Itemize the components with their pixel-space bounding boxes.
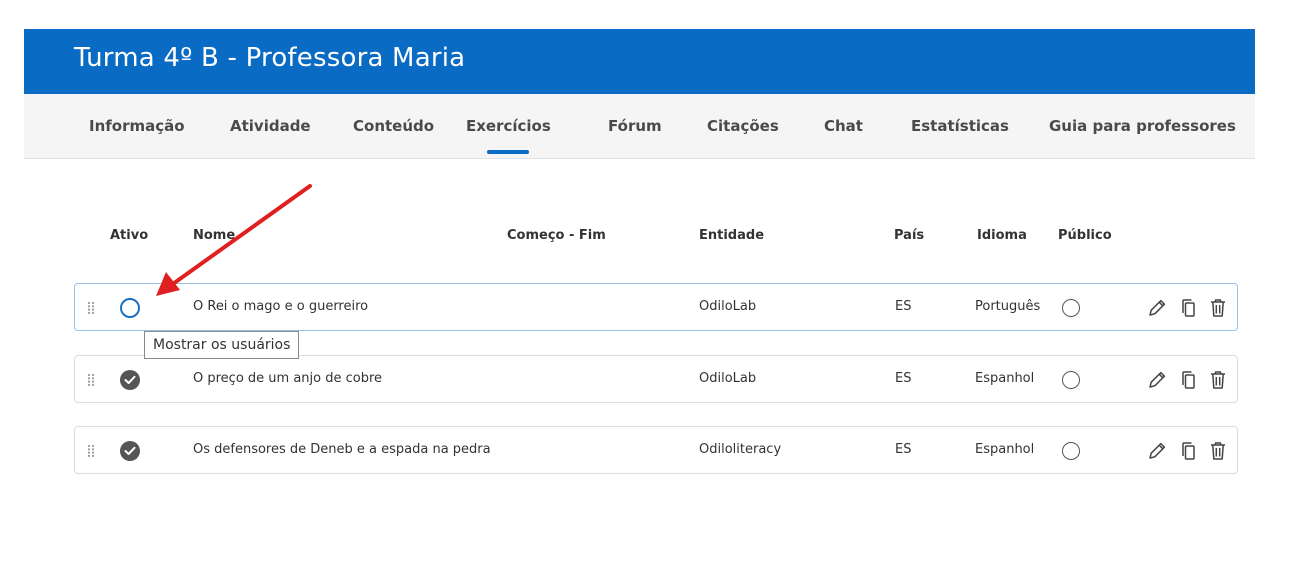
trash-icon[interactable] [1208,440,1228,462]
copy-icon[interactable] [1179,440,1199,462]
tooltip: Mostrar os usuários [144,331,300,359]
country-cell: ES [895,442,912,457]
table-row[interactable]: O preço de um anjo de cobre OdiloLab ES … [74,355,1238,403]
column-header-name: Nome [193,228,236,243]
entity-cell: OdiloLab [699,371,757,386]
country-cell: ES [895,299,912,314]
tab-forum[interactable]: Fórum [608,116,662,136]
exercise-name: O preço de um anjo de cobre [193,371,383,386]
active-toggle[interactable] [120,370,140,390]
active-toggle[interactable] [120,441,140,461]
exercise-name: Os defensores de Deneb e a espada na ped… [193,442,491,457]
entity-cell: OdiloLab [699,299,757,314]
language-cell: Espanhol [975,371,1035,386]
tab-guia-professores[interactable]: Guia para professores [1049,116,1236,136]
drag-handle-icon[interactable] [87,372,95,386]
trash-icon[interactable] [1208,369,1228,391]
tab-chat[interactable]: Chat [824,116,863,136]
pencil-icon[interactable] [1147,440,1167,462]
column-header-public: Público [1058,228,1112,243]
tab-informacao[interactable]: Informação [89,116,185,136]
drag-handle-icon[interactable] [87,300,95,314]
pencil-icon[interactable] [1147,297,1167,319]
tab-atividade[interactable]: Atividade [230,116,311,136]
drag-handle-icon[interactable] [87,443,95,457]
language-cell: Espanhol [975,442,1035,457]
table-row[interactable]: Os defensores de Deneb e a espada na ped… [74,426,1238,474]
exercise-name: O Rei o mago e o guerreiro [193,299,369,314]
column-header-entity: Entidade [699,228,765,243]
country-cell: ES [895,371,912,386]
entity-cell: Odiloliteracy [699,442,782,457]
course-header: Turma 4º B - Professora Maria [24,29,1255,94]
pencil-icon[interactable] [1147,369,1167,391]
table-row[interactable]: O Rei o mago e o guerreiro OdiloLab ES P… [74,283,1238,331]
tab-exercicios[interactable]: Exercícios [466,116,551,136]
column-header-active: Ativo [110,228,149,243]
copy-icon[interactable] [1179,297,1199,319]
public-radio[interactable] [1062,442,1080,460]
trash-icon[interactable] [1208,297,1228,319]
active-toggle[interactable] [120,298,140,318]
tab-estatisticas[interactable]: Estatísticas [911,116,1009,136]
tab-conteudo[interactable]: Conteúdo [353,116,434,136]
check-icon [124,446,136,455]
public-radio[interactable] [1062,371,1080,389]
check-icon [124,375,136,384]
course-nav: Informação Atividade Conteúdo Exercícios… [24,94,1255,159]
column-header-language: Idioma [977,228,1027,243]
page-title: Turma 4º B - Professora Maria [74,43,466,73]
column-header-country: País [894,228,925,243]
column-header-dates: Começo - Fim [507,228,606,243]
language-cell: Português [975,299,1041,314]
tab-citacoes[interactable]: Citações [707,116,779,136]
copy-icon[interactable] [1179,369,1199,391]
public-radio[interactable] [1062,299,1080,317]
